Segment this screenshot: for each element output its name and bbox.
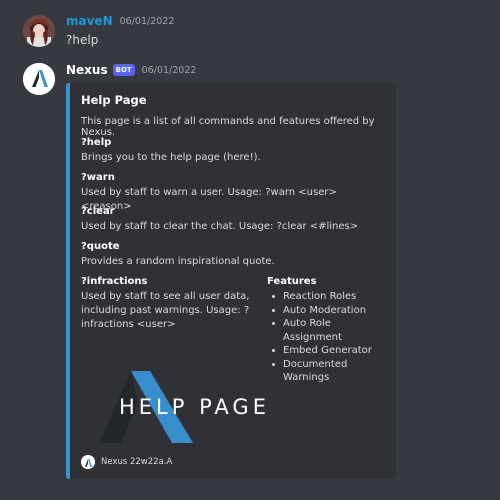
- bot-avatar[interactable]: [23, 63, 55, 95]
- user-username[interactable]: maveN: [66, 14, 113, 28]
- help-embed: Help Page This page is a list of all com…: [66, 83, 396, 479]
- field-name: ?clear: [81, 206, 115, 217]
- field-infractions: ?infractions Used by staff to see all us…: [81, 276, 251, 332]
- features-title: Features: [267, 276, 317, 287]
- field-clear: ?clear Used by staff to clear the chat. …: [81, 206, 381, 234]
- footer-logo-icon: [81, 455, 95, 469]
- user-avatar[interactable]: [23, 15, 55, 47]
- user-message-header: maveN 06/01/2022: [66, 14, 174, 28]
- user-timestamp: 06/01/2022: [119, 15, 175, 27]
- field-name: ?quote: [81, 241, 120, 252]
- field-name: ?infractions: [81, 276, 148, 287]
- feature-item: Reaction Roles: [267, 290, 392, 304]
- bot-badge: BOT: [112, 64, 135, 76]
- field-value: Provides a random inspirational quote.: [81, 256, 275, 267]
- help-page-banner-image[interactable]: HELP PAGE: [81, 367, 286, 447]
- bot-timestamp: 06/01/2022: [141, 64, 197, 76]
- feature-item: Auto Moderation: [267, 304, 392, 318]
- embed-title: Help Page: [81, 93, 147, 107]
- banner-text: HELP PAGE: [119, 395, 270, 419]
- embed-footer: Nexus 22w22a.A: [81, 455, 172, 469]
- field-name: ?warn: [81, 172, 115, 183]
- feature-item: Auto Role Assignment: [267, 317, 392, 344]
- field-name: ?help: [81, 137, 112, 148]
- user-message-content: ?help: [66, 33, 99, 47]
- bot-username[interactable]: Nexus: [66, 63, 108, 77]
- feature-item: Embed Generator: [267, 344, 392, 358]
- field-value: Used by staff to clear the chat. Usage: …: [81, 221, 359, 232]
- bot-message-header: Nexus BOT 06/01/2022: [66, 63, 196, 77]
- field-quote: ?quote Provides a random inspirational q…: [81, 241, 381, 269]
- field-help: ?help Brings you to the help page (here!…: [81, 137, 381, 165]
- field-value: Used by staff to see all user data, incl…: [81, 291, 250, 330]
- footer-text: Nexus 22w22a.A: [101, 457, 173, 467]
- embed-description: This page is a list of all commands and …: [81, 116, 375, 138]
- field-value: Brings you to the help page (here!).: [81, 152, 261, 163]
